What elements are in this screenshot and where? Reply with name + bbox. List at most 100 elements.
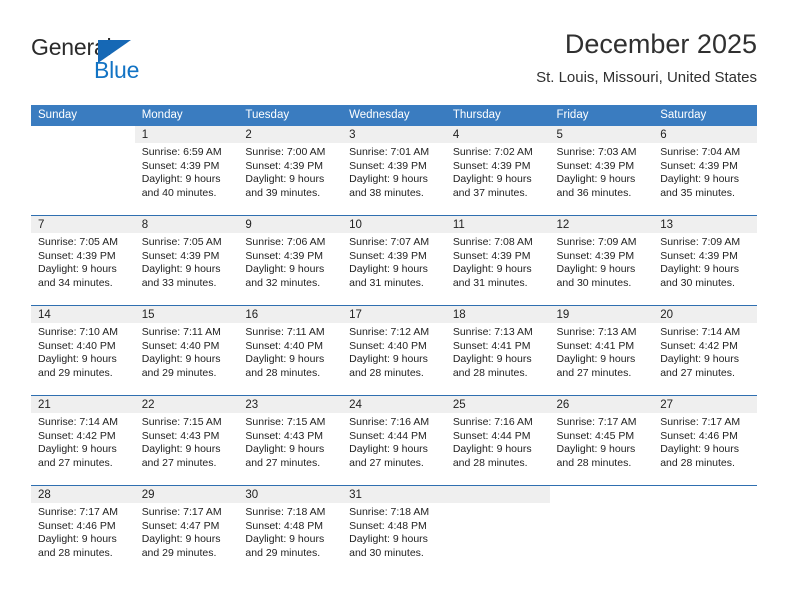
day-cell-9[interactable]: 9 Sunrise: 7:06 AM Sunset: 4:39 PM Daylight…	[238, 216, 343, 305]
day-details: Sunrise: 7:16 AM Sunset: 4:44 PM Daylight:…	[342, 413, 446, 470]
daylight-text-line1: Daylight: 9 hours	[38, 353, 117, 366]
calendar-week-row: 21 Sunrise: 7:14 AM Sunset: 4:42 PM Dayligh…	[31, 395, 757, 486]
calendar-cell: 7 Sunrise: 7:05 AM Sunset: 4:39 PM Daylight…	[31, 215, 135, 306]
day-details: Sunrise: 7:18 AM Sunset: 4:48 PM Daylight:…	[342, 503, 446, 560]
daylight-text-line2: and 28 minutes.	[660, 456, 735, 469]
day-cell-17[interactable]: 17 Sunrise: 7:12 AM Sunset: 4:40 PM Dayligh…	[342, 306, 446, 395]
daylight-text-line1: Daylight: 9 hours	[452, 173, 532, 186]
day-cell-29[interactable]: 29 Sunrise: 7:17 AM Sunset: 4:47 PM Dayligh…	[134, 486, 239, 575]
sunset-text: Sunset: 4:48 PM	[245, 519, 324, 532]
day-cell-4[interactable]: 4 Sunrise: 7:02 AM Sunset: 4:39 PM Daylight…	[445, 126, 550, 215]
calendar-cell: 20 Sunrise: 7:14 AM Sunset: 4:42 PM Dayligh…	[653, 305, 757, 396]
daylight-text-line2: and 35 minutes.	[660, 186, 735, 199]
sunrise-text: Sunrise: 7:17 AM	[38, 506, 118, 518]
day-cell-27[interactable]: 27 Sunrise: 7:17 AM Sunset: 4:46 PM Dayligh…	[653, 396, 757, 485]
day-cell-5[interactable]: 5 Sunrise: 7:03 AM Sunset: 4:39 PM Daylight…	[549, 126, 654, 215]
daylight-text-line1: Daylight: 9 hours	[141, 533, 221, 546]
calendar-cell: 11 Sunrise: 7:08 AM Sunset: 4:39 PM Dayligh…	[445, 215, 550, 306]
day-details: Sunrise: 7:13 AM Sunset: 4:41 PM Daylight:…	[446, 323, 550, 380]
day-cell-14[interactable]: 14 Sunrise: 7:10 AM Sunset: 4:40 PM Dayligh…	[31, 306, 135, 395]
weekday-header-saturday: Saturday	[653, 105, 757, 126]
day-cell-21[interactable]: 21 Sunrise: 7:14 AM Sunset: 4:42 PM Dayligh…	[31, 396, 135, 485]
daylight-text-line2: and 29 minutes.	[38, 366, 113, 379]
calendar-cell: 23 Sunrise: 7:15 AM Sunset: 4:43 PM Dayligh…	[238, 395, 343, 486]
day-number: 15	[134, 306, 239, 323]
day-cell-12[interactable]: 12 Sunrise: 7:09 AM Sunset: 4:39 PM Dayligh…	[549, 216, 654, 305]
sunset-text: Sunset: 4:39 PM	[556, 249, 635, 262]
daylight-text-line1: Daylight: 9 hours	[38, 533, 117, 546]
day-cell-empty	[653, 486, 757, 575]
day-number: 30	[238, 486, 343, 503]
day-cell-6[interactable]: 6 Sunrise: 7:04 AM Sunset: 4:39 PM Daylight…	[653, 126, 757, 215]
daylight-text-line2: and 30 minutes.	[349, 546, 424, 559]
day-cell-7[interactable]: 7 Sunrise: 7:05 AM Sunset: 4:39 PM Daylight…	[31, 216, 135, 305]
day-cell-30[interactable]: 30 Sunrise: 7:18 AM Sunset: 4:48 PM Dayligh…	[238, 486, 343, 575]
daylight-text-line2: and 28 minutes.	[38, 546, 113, 559]
day-cell-19[interactable]: 19 Sunrise: 7:13 AM Sunset: 4:41 PM Dayligh…	[549, 306, 654, 395]
sunrise-text: Sunrise: 7:14 AM	[660, 326, 741, 338]
day-cell-1[interactable]: 1 Sunrise: 6:59 AM Sunset: 4:39 PM Daylight…	[134, 126, 239, 215]
calendar-cell: 8 Sunrise: 7:05 AM Sunset: 4:39 PM Daylight…	[134, 215, 239, 306]
day-details: Sunrise: 7:12 AM Sunset: 4:40 PM Daylight:…	[342, 323, 446, 380]
daylight-text-line1: Daylight: 9 hours	[452, 263, 532, 276]
daylight-text-line2: and 27 minutes.	[38, 456, 113, 469]
day-cell-13[interactable]: 13 Sunrise: 7:09 AM Sunset: 4:39 PM Dayligh…	[653, 216, 757, 305]
sunrise-text: Sunrise: 7:04 AM	[660, 146, 741, 158]
day-details: Sunrise: 7:04 AM Sunset: 4:39 PM Daylight:…	[653, 143, 757, 200]
daylight-text-line1: Daylight: 9 hours	[38, 263, 117, 276]
day-cell-empty	[445, 486, 550, 575]
calendar-week-row: 1 Sunrise: 6:59 AM Sunset: 4:39 PM Daylight…	[31, 126, 757, 216]
daylight-text-line1: Daylight: 9 hours	[556, 173, 636, 186]
day-cell-26[interactable]: 26 Sunrise: 7:17 AM Sunset: 4:45 PM Dayligh…	[549, 396, 654, 485]
daylight-text-line1: Daylight: 9 hours	[660, 263, 740, 276]
day-cell-25[interactable]: 25 Sunrise: 7:16 AM Sunset: 4:44 PM Dayligh…	[445, 396, 550, 485]
daylight-text-line1: Daylight: 9 hours	[245, 533, 325, 546]
day-cell-20[interactable]: 20 Sunrise: 7:14 AM Sunset: 4:42 PM Dayligh…	[653, 306, 757, 395]
day-cell-2[interactable]: 2 Sunrise: 7:00 AM Sunset: 4:39 PM Daylight…	[238, 126, 343, 215]
day-number: 27	[653, 396, 757, 413]
day-cell-22[interactable]: 22 Sunrise: 7:15 AM Sunset: 4:43 PM Dayligh…	[134, 396, 239, 485]
daylight-text-line2: and 33 minutes.	[141, 276, 217, 289]
day-details: Sunrise: 7:17 AM Sunset: 4:47 PM Daylight:…	[135, 503, 239, 560]
day-cell-31[interactable]: 31 Sunrise: 7:18 AM Sunset: 4:48 PM Dayligh…	[342, 486, 446, 575]
daylight-text-line1: Daylight: 9 hours	[660, 353, 740, 366]
day-cell-15[interactable]: 15 Sunrise: 7:11 AM Sunset: 4:40 PM Dayligh…	[134, 306, 239, 395]
daylight-text-line2: and 27 minutes.	[245, 456, 321, 469]
daylight-text-line2: and 27 minutes.	[349, 456, 424, 469]
daylight-text-line1: Daylight: 9 hours	[245, 173, 325, 186]
page-header: General Blue December 2025 St. Louis, Mi…	[31, 28, 757, 96]
day-number: 17	[342, 306, 446, 323]
day-cell-23[interactable]: 23 Sunrise: 7:15 AM Sunset: 4:43 PM Dayligh…	[238, 396, 343, 485]
day-cell-8[interactable]: 8 Sunrise: 7:05 AM Sunset: 4:39 PM Daylight…	[134, 216, 239, 305]
calendar-cell: 21 Sunrise: 7:14 AM Sunset: 4:42 PM Dayligh…	[31, 395, 135, 486]
daylight-text-line1: Daylight: 9 hours	[349, 263, 428, 276]
calendar-cell: 17 Sunrise: 7:12 AM Sunset: 4:40 PM Dayligh…	[342, 305, 446, 396]
day-number-placeholder	[445, 486, 550, 503]
calendar-cell: 19 Sunrise: 7:13 AM Sunset: 4:41 PM Dayligh…	[549, 305, 654, 396]
daylight-text-line2: and 30 minutes.	[660, 276, 735, 289]
daylight-text-line2: and 27 minutes.	[556, 366, 632, 379]
calendar-cell: 4 Sunrise: 7:02 AM Sunset: 4:39 PM Daylight…	[445, 126, 550, 216]
sunset-text: Sunset: 4:39 PM	[452, 159, 531, 172]
daylight-text-line1: Daylight: 9 hours	[349, 443, 428, 456]
daylight-text-line2: and 27 minutes.	[141, 456, 217, 469]
day-cell-18[interactable]: 18 Sunrise: 7:13 AM Sunset: 4:41 PM Dayligh…	[445, 306, 550, 395]
day-cell-24[interactable]: 24 Sunrise: 7:16 AM Sunset: 4:44 PM Dayligh…	[342, 396, 446, 485]
day-details: Sunrise: 7:00 AM Sunset: 4:39 PM Daylight:…	[238, 143, 342, 200]
day-cell-10[interactable]: 10 Sunrise: 7:07 AM Sunset: 4:39 PM Dayligh…	[342, 216, 446, 305]
sunrise-text: Sunrise: 7:13 AM	[556, 326, 637, 338]
day-cell-11[interactable]: 11 Sunrise: 7:08 AM Sunset: 4:39 PM Dayligh…	[445, 216, 550, 305]
day-number-placeholder	[31, 126, 135, 143]
day-cell-16[interactable]: 16 Sunrise: 7:11 AM Sunset: 4:40 PM Dayligh…	[238, 306, 343, 395]
daylight-text-line1: Daylight: 9 hours	[245, 353, 325, 366]
sunset-text: Sunset: 4:40 PM	[349, 339, 427, 352]
day-details: Sunrise: 7:10 AM Sunset: 4:40 PM Daylight:…	[31, 323, 135, 380]
day-cell-3[interactable]: 3 Sunrise: 7:01 AM Sunset: 4:39 PM Daylight…	[342, 126, 446, 215]
sunrise-text: Sunrise: 7:00 AM	[245, 146, 326, 158]
generalblue-logo[interactable]: General Blue	[31, 34, 261, 90]
sunrise-text: Sunrise: 7:05 AM	[141, 236, 222, 248]
sunrise-text: Sunrise: 7:15 AM	[245, 416, 326, 428]
day-details: Sunrise: 7:08 AM Sunset: 4:39 PM Daylight:…	[446, 233, 550, 290]
calendar-week-row: 7 Sunrise: 7:05 AM Sunset: 4:39 PM Daylight…	[31, 215, 757, 306]
day-cell-28[interactable]: 28 Sunrise: 7:17 AM Sunset: 4:46 PM Dayligh…	[31, 486, 135, 575]
